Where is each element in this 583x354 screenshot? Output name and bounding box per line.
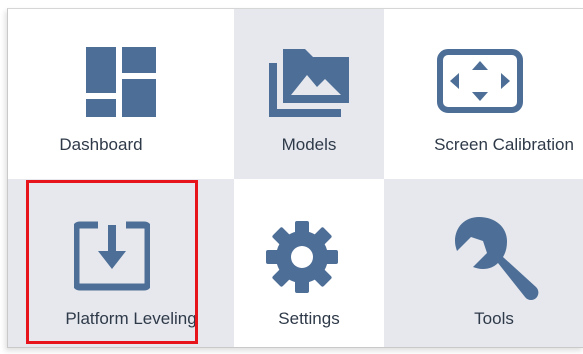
tile-label: Models [281,135,337,154]
tile-dashboard[interactable]: Dashboard [8,9,234,179]
tile-platform-leveling[interactable]: Platform Leveling [8,179,234,347]
tile-label: Platform Leveling [65,309,197,328]
tile-label: Tools [474,309,514,328]
tile-screen-calibration[interactable]: Screen Calibration [384,9,583,179]
image-folder-icon [269,49,349,117]
tile-label: Dashboard [59,135,143,154]
wrench-icon [455,217,539,300]
tile-models[interactable]: Models [234,9,384,179]
menu-panel: Dashboard Models Screen Calibration Plat… [7,8,583,348]
screen-arrows-icon [437,49,523,113]
dashboard-grid-icon [86,47,156,117]
tile-label: Settings [278,309,340,328]
tile-label: Screen Calibration [434,135,574,154]
tile-tools[interactable]: Tools [384,179,583,347]
gear-icon [266,221,338,293]
download-tray-icon [74,221,150,291]
tile-settings[interactable]: Settings [234,179,384,347]
